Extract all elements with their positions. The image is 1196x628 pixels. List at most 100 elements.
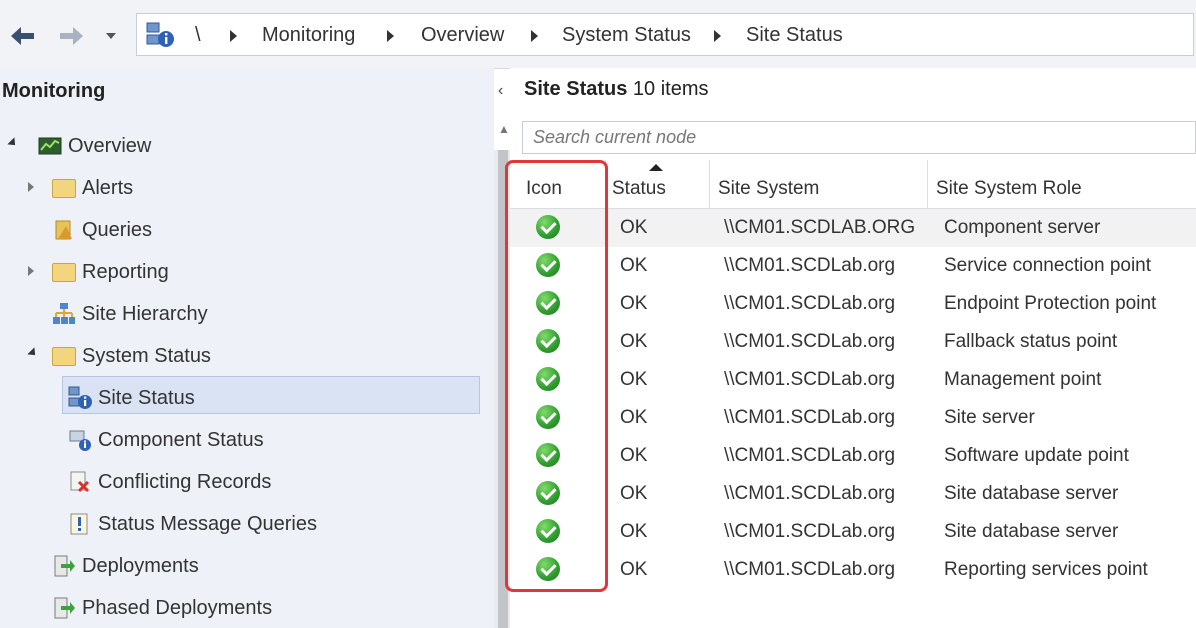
item-count: 10 items [632, 78, 709, 100]
tree-item-queries[interactable]: Queries [52, 213, 152, 247]
node-name: Site Status [524, 78, 628, 100]
role-cell: Endpoint Protection point [944, 293, 1157, 314]
status-cell: OK [620, 559, 648, 580]
status-message-icon [68, 512, 92, 536]
deployments-icon [52, 554, 76, 578]
status-cell: OK [620, 407, 648, 428]
expand-icon[interactable] [28, 266, 34, 276]
role-cell: Site server [944, 407, 1035, 428]
site-system-cell: \\CM01.SCDLAB.ORG [724, 217, 916, 238]
tree-label: Deployments [82, 554, 199, 577]
status-cell: OK [620, 217, 648, 238]
search-box[interactable] [522, 121, 1196, 154]
folder-icon [52, 260, 76, 284]
overview-icon [38, 134, 62, 158]
site-system-cell: \\CM01.SCDLab.org [724, 559, 896, 580]
tree-item-system-status[interactable]: System Status [52, 339, 211, 373]
grid-header: Icon Status Site System Site System Role [510, 160, 1196, 209]
queries-icon [52, 218, 76, 242]
icon-column-highlight [505, 160, 608, 592]
folder-icon [52, 344, 76, 368]
tree-item-deployments[interactable]: Deployments [52, 549, 199, 583]
table-row[interactable]: OK \\CM01.SCDLab.org Fallback status poi… [510, 323, 1196, 361]
deployments-icon [52, 596, 76, 620]
table-row[interactable]: OK \\CM01.SCDLab.org Service connection … [510, 247, 1196, 285]
site-system-cell: \\CM01.SCDLab.org [724, 255, 896, 276]
table-row[interactable]: OK \\CM01.SCDLab.org Site server [510, 399, 1196, 437]
table-row[interactable]: OK \\CM01.SCDLab.org Site database serve… [510, 513, 1196, 551]
history-dropdown[interactable] [98, 18, 124, 54]
tree-label: Status Message Queries [98, 512, 317, 535]
tree-label: Queries [82, 218, 153, 241]
site-system-cell: \\CM01.SCDLab.org [724, 483, 896, 504]
dropdown-icon [106, 33, 116, 39]
table-row[interactable]: OK \\CM01.SCDLab.org Software update poi… [510, 437, 1196, 475]
tree-label: Overview [68, 134, 152, 157]
role-cell: Fallback status point [944, 331, 1118, 352]
status-cell: OK [620, 331, 648, 352]
site-system-cell: \\CM01.SCDLab.org [724, 407, 896, 428]
role-cell: Software update point [944, 445, 1129, 466]
tree-label: Site Status [98, 386, 195, 409]
breadcrumb-root[interactable]: \ [195, 24, 201, 47]
role-cell: Reporting services point [944, 559, 1148, 580]
content-title: Site Status 10 items [524, 78, 709, 101]
column-header-site-system-role[interactable]: Site System Role [928, 160, 1196, 208]
tree-item-status-message-queries[interactable]: Status Message Queries [68, 507, 317, 541]
forward-arrow-icon [60, 27, 83, 45]
site-hierarchy-icon [52, 302, 76, 326]
tree-item-component-status[interactable]: Component Status [68, 423, 264, 457]
table-row[interactable]: OK \\CM01.SCDLab.org Endpoint Protection… [510, 285, 1196, 323]
tree-label: Reporting [82, 260, 169, 283]
table-row[interactable]: OK \\CM01.SCDLab.org Site database serve… [510, 475, 1196, 513]
role-cell: Service connection point [944, 255, 1152, 276]
breadcrumb-monitoring[interactable]: Monitoring [262, 24, 355, 47]
breadcrumb-site-status[interactable]: Site Status [746, 24, 843, 47]
site-system-cell: \\CM01.SCDLab.org [724, 369, 896, 390]
breadcrumb-separator-icon[interactable] [714, 30, 721, 42]
address-breadcrumb[interactable]: \ Monitoring Overview System Status Site… [136, 13, 1194, 56]
back-button[interactable] [4, 18, 40, 54]
tree-item-phased-deployments[interactable]: Phased Deployments [52, 591, 272, 625]
collapse-pane-icon[interactable]: ‹ [498, 82, 503, 100]
table-row[interactable]: OK \\CM01.SCDLab.org Management point [510, 361, 1196, 399]
tree-label: System Status [82, 344, 211, 367]
scroll-up-icon[interactable]: ▲ [498, 122, 510, 136]
role-cell: Site database server [944, 483, 1119, 504]
tree-label: Alerts [82, 176, 134, 199]
expand-icon[interactable] [28, 182, 34, 192]
collapse-icon[interactable] [27, 347, 39, 359]
site-system-cell: \\CM01.SCDLab.org [724, 521, 896, 542]
role-cell: Management point [944, 369, 1102, 390]
breadcrumb-separator-icon[interactable] [531, 30, 538, 42]
grid-body: OK \\CM01.SCDLAB.ORG Component server OK… [510, 209, 1196, 609]
collapse-icon[interactable] [7, 137, 19, 149]
tree-item-site-hierarchy[interactable]: Site Hierarchy [52, 297, 208, 331]
search-input[interactable] [523, 122, 1195, 153]
address-toolbar: \ Monitoring Overview System Status Site… [0, 0, 1196, 69]
table-row[interactable]: OK \\CM01.SCDLab.org Reporting services … [510, 551, 1196, 589]
breadcrumb-separator-icon[interactable] [387, 30, 394, 42]
breadcrumb-separator-icon[interactable] [230, 30, 237, 42]
component-status-icon [68, 428, 92, 452]
folder-icon [52, 176, 76, 200]
tree-item-overview[interactable]: Overview [38, 129, 151, 163]
table-row[interactable]: OK \\CM01.SCDLAB.ORG Component server [510, 209, 1196, 247]
tree-item-alerts[interactable]: Alerts [52, 171, 133, 205]
role-cell: Component server [944, 217, 1101, 238]
breadcrumb-system-status[interactable]: System Status [562, 24, 691, 47]
tree-item-conflicting-records[interactable]: Conflicting Records [68, 465, 271, 499]
site-system-cell: \\CM01.SCDLab.org [724, 331, 896, 352]
forward-button[interactable] [54, 18, 90, 54]
status-cell: OK [620, 255, 648, 276]
sort-ascending-icon [649, 164, 663, 171]
tree-label: Component Status [98, 428, 264, 451]
back-arrow-icon [11, 27, 34, 45]
tree-item-site-status[interactable]: Site Status [68, 381, 195, 415]
column-header-site-system[interactable]: Site System [710, 160, 928, 208]
status-cell: OK [620, 521, 648, 542]
tree-item-reporting[interactable]: Reporting [52, 255, 169, 289]
breadcrumb-overview[interactable]: Overview [421, 24, 504, 47]
tree-label: Site Hierarchy [82, 302, 208, 325]
navigation-pane: Monitoring Overview Alerts Queries Repor… [0, 68, 494, 628]
